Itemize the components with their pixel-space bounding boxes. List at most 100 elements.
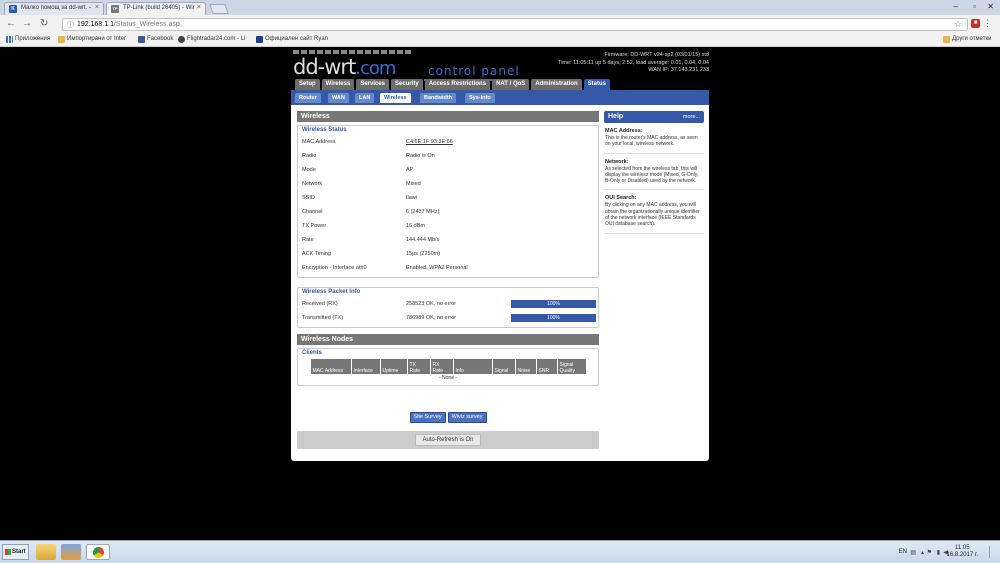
chrome-taskbar-button[interactable]: [86, 544, 110, 560]
bookmark-other[interactable]: Други отметки: [943, 36, 991, 43]
action-center-icon[interactable]: ⚑: [927, 549, 932, 556]
file-explorer-icon[interactable]: [36, 544, 56, 560]
auto-refresh-bar: Auto-Refresh is On: [297, 431, 599, 449]
facebook-icon: [138, 36, 145, 43]
subtab-wireless[interactable]: Wireless: [380, 93, 411, 103]
clients-box: Clients MAC Address Interface Uptime TX …: [297, 348, 599, 386]
help-more-link[interactable]: more...: [683, 111, 700, 123]
maximize-icon[interactable]: ▫: [973, 2, 976, 11]
rx-meter: 100%: [511, 300, 596, 308]
keyboard-icon[interactable]: ▤: [910, 549, 916, 556]
close-icon[interactable]: ×: [197, 4, 201, 11]
main-content: Wireless Wireless Status MAC Address C4:6…: [297, 111, 599, 449]
ddwrt-logo: dd-wrt.com: [293, 50, 411, 79]
forward-icon[interactable]: →: [22, 18, 32, 29]
language-indicator[interactable]: EN: [899, 549, 907, 555]
start-button[interactable]: Start: [2, 544, 29, 560]
col-noise: Noise: [515, 359, 536, 374]
extension-icon[interactable]: ■: [971, 19, 980, 28]
control-panel-title: control panel: [424, 64, 520, 81]
tab-setup[interactable]: Setup: [295, 79, 320, 90]
status-row: Encryption - Interface ath0 Enabled, WPA2…: [302, 265, 468, 271]
col-mac: MAC Address: [310, 359, 351, 374]
clients-table: MAC Address Interface Uptime TX Rate RX …: [310, 358, 587, 382]
status-row: Network Mixed: [302, 181, 421, 187]
status-row: Channel 6 (2437 MHz): [302, 209, 440, 215]
tab-administration[interactable]: Administration: [531, 79, 582, 90]
section-heading: Wireless: [297, 111, 599, 122]
tab-strip: K Малко помощ за dd-wrt. - × TP TP-Link …: [0, 0, 1000, 15]
wireless-status-legend: Wireless Status: [302, 127, 347, 133]
packet-row: Received (RX) 258523 OK, no error 100%: [302, 297, 596, 311]
tx-meter: 100%: [511, 314, 596, 322]
clock-date: 16.8.2017 г.: [946, 552, 978, 558]
wireless-status-box: Wireless Status MAC Address C4:6E:1F:93:3…: [297, 125, 599, 278]
status-row: TX Power 16 dBm: [302, 223, 425, 229]
windows-icon: [5, 549, 11, 555]
bookmark-flightradar[interactable]: Flightradar24.com - Li: [178, 36, 245, 43]
bookmarks-bar: Приложения Импортирани от Inter Facebook…: [0, 33, 1000, 47]
bookmark-imported[interactable]: Импортирани от Inter: [58, 36, 126, 43]
uptime-text: Time: 11:05:11 up 5 days, 2:52, load ave…: [558, 59, 709, 66]
tab-status[interactable]: Status: [583, 79, 610, 90]
tab-security[interactable]: Security: [391, 79, 423, 90]
close-window-icon[interactable]: ✕: [987, 2, 994, 11]
status-row: MAC Address C4:6E:1F:93:3E:66: [302, 135, 594, 149]
auto-refresh-button[interactable]: Auto-Refresh is On: [415, 434, 481, 446]
minimize-icon[interactable]: –: [954, 2, 958, 11]
status-row: Radio Radio is On: [302, 153, 435, 159]
close-icon[interactable]: ×: [95, 4, 99, 11]
sub-tabs: Router WAN LAN Wireless Bandwidth Sys-In…: [291, 90, 709, 105]
help-header: Help more...: [604, 111, 704, 123]
url-path: /Status_Wireless.asp: [113, 21, 180, 28]
bookmark-star-icon[interactable]: ☆: [954, 19, 962, 30]
col-info: Info: [453, 359, 492, 374]
subtab-router[interactable]: Router: [295, 93, 321, 103]
tab-access-restrictions[interactable]: Access Restrictions: [424, 79, 491, 90]
show-desktop-button[interactable]: [989, 546, 996, 558]
media-player-icon[interactable]: [61, 544, 81, 560]
help-panel: Help more... MAC Address: This is the ro…: [604, 111, 704, 234]
help-section: Network: As selected from the wireless t…: [604, 154, 704, 191]
packet-info-box: Wireless Packet Info Received (RX) 258523…: [297, 287, 599, 328]
tray-arrow-icon[interactable]: ▴: [921, 549, 924, 556]
packet-info-legend: Wireless Packet Info: [302, 289, 361, 295]
network-icon[interactable]: ▮: [937, 549, 940, 556]
router-info: Firmware: DD-WRT v24-sp2 (03/01/15) std …: [558, 52, 709, 75]
tab-wireless[interactable]: Wireless: [321, 79, 355, 90]
tab-ddwrt-help[interactable]: K Малко помощ за dd-wrt. - ×: [4, 2, 104, 15]
back-icon[interactable]: ←: [6, 18, 16, 29]
ryanair-icon: [256, 36, 263, 43]
bookmark-apps[interactable]: Приложения: [6, 36, 50, 43]
mac-address-link[interactable]: C4:6E:1F:93:3E:66: [406, 135, 453, 149]
subtab-lan[interactable]: LAN: [355, 93, 375, 103]
clock-time: 11:05: [954, 545, 970, 551]
menu-icon[interactable]: ⋮: [983, 18, 992, 29]
packet-row: Transmitted (TX) 786989 OK, no error 100%: [302, 311, 596, 325]
chrome-icon: [93, 547, 104, 558]
clock[interactable]: 11:05 16.8.2017 г.: [947, 545, 978, 559]
main-tabs: Setup Wireless Services Security Access Rest…: [295, 79, 612, 90]
site-survey-button[interactable]: Site Survey: [409, 412, 446, 423]
subtab-sys-info[interactable]: Sys-Info: [465, 93, 495, 103]
new-tab-button[interactable]: [209, 4, 229, 14]
page-viewport: dd-wrt.com control panel Firmware: DD-WR…: [0, 47, 1000, 540]
page-body: Wireless Wireless Status MAC Address C4:6…: [291, 105, 709, 461]
bookmark-facebook[interactable]: Facebook: [138, 36, 173, 43]
tab-title: TP-Link (build 26405) - Wir: [123, 5, 195, 11]
apps-icon: [6, 36, 13, 43]
folder-icon: [58, 36, 65, 43]
reload-icon[interactable]: ↻: [40, 18, 48, 29]
table-header-row: MAC Address Interface Uptime TX Rate RX …: [310, 359, 586, 374]
bookmark-ryanair[interactable]: Официален сайт Ryan: [256, 36, 328, 43]
wiviz-survey-button[interactable]: Wiviz survey: [447, 412, 487, 423]
subtab-bandwidth[interactable]: Bandwidth: [420, 93, 457, 103]
tab-nat-qos[interactable]: NAT / QoS: [492, 79, 530, 90]
tab-favicon: TP: [111, 5, 119, 13]
address-input[interactable]: ⓘ 192.168.1.1/Status_Wireless.asp ☆: [62, 18, 968, 31]
tab-services[interactable]: Services: [356, 79, 390, 90]
tab-tplink-status[interactable]: TP TP-Link (build 26405) - Wir ×: [106, 2, 206, 15]
subtab-wan[interactable]: WAN: [328, 93, 349, 103]
page-info-icon[interactable]: ⓘ: [67, 20, 74, 31]
no-clients-text: - None -: [438, 375, 458, 381]
